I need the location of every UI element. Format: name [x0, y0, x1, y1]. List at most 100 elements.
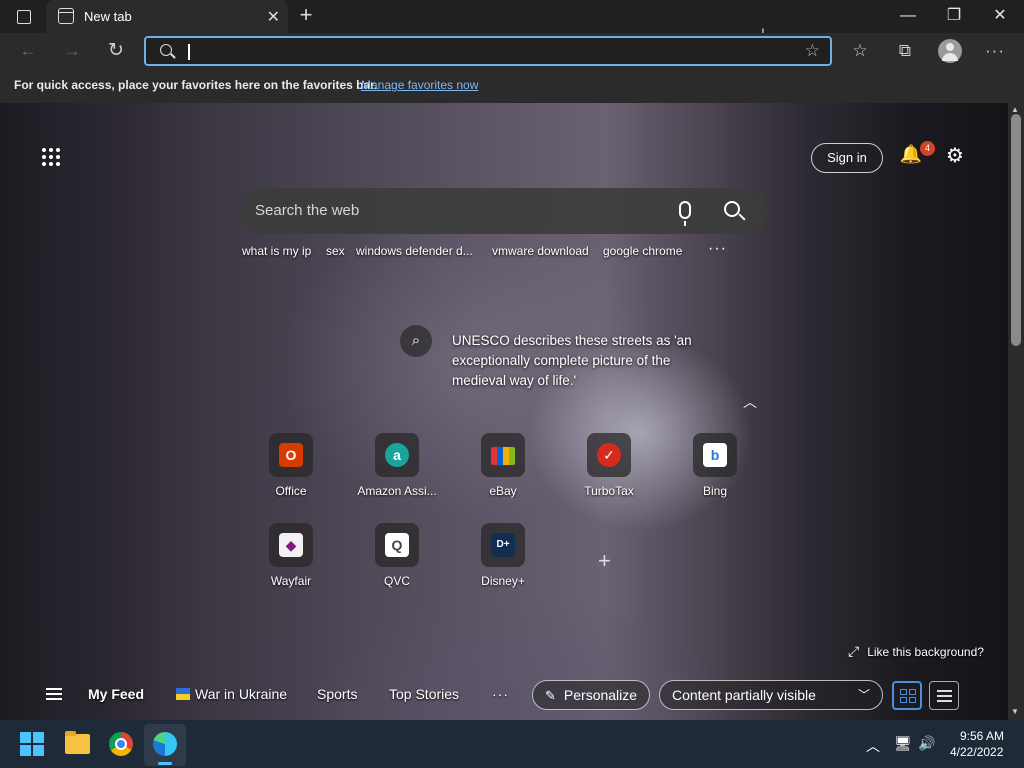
favorites-bar-message: For quick access, place your favorites h… — [14, 78, 378, 92]
dot — [49, 162, 53, 166]
content-visibility-dropdown[interactable]: Content partially visible ﹀ — [659, 680, 883, 710]
chevron-up-icon[interactable]: ︿ — [743, 392, 757, 412]
feed-tab-war-in-ukraine[interactable]: War in Ukraine — [195, 686, 287, 702]
collections-button[interactable]: ⧉ — [893, 40, 917, 62]
volume-icon[interactable]: 🔊 — [918, 735, 935, 752]
windows-logo-pane — [33, 732, 44, 743]
list-line — [937, 700, 952, 702]
favorites-bar: For quick access, place your favorites h… — [0, 69, 1024, 103]
scroll-down-arrow[interactable]: ▼ — [1011, 707, 1019, 716]
quick-link-office[interactable]: O Office — [241, 433, 341, 498]
quick-link-turbotax[interactable]: ✓ TurboTax — [559, 433, 659, 498]
clock-date[interactable]: 4/22/2022 — [950, 745, 1003, 759]
tile-label: QVC — [383, 574, 410, 588]
flag-stripe-yellow — [176, 694, 190, 700]
feed-tab-top-stories[interactable]: Top Stories — [389, 686, 459, 702]
expand-icon: ⤢ — [848, 643, 860, 659]
more-trending-button[interactable]: ··· — [708, 240, 727, 258]
image-info-search-icon[interactable]: ⌕ — [400, 325, 432, 357]
add-quick-link-button[interactable]: + — [598, 548, 611, 574]
personalize-button[interactable]: ✎ Personalize — [532, 680, 650, 710]
profile-avatar[interactable] — [938, 39, 962, 63]
tile-label: Amazon Assi... — [357, 484, 437, 498]
web-search-box[interactable]: Search the web — [239, 188, 768, 234]
quick-link-bing[interactable]: b Bing — [665, 433, 765, 498]
new-tab-button[interactable]: + — [296, 4, 316, 27]
grid-cell — [900, 697, 907, 703]
restore-button[interactable]: ❐ — [944, 6, 964, 26]
feed-more-button[interactable]: ··· — [492, 686, 509, 702]
chrome-icon[interactable] — [109, 732, 133, 756]
microphone-icon[interactable] — [679, 201, 691, 226]
quick-link-wayfair[interactable]: ◆ Wayfair — [241, 523, 341, 588]
newtab-page-icon — [58, 8, 74, 24]
close-tab-icon[interactable]: ✕ — [267, 7, 280, 27]
tile-icon-frame: Q — [375, 523, 419, 567]
like-background-link[interactable]: ⤢ Like this background? — [848, 643, 984, 660]
minimize-button[interactable]: — — [898, 6, 918, 26]
scrollbar-thumb[interactable] — [1011, 114, 1021, 346]
settings-more-button[interactable]: ··· — [983, 40, 1007, 62]
tab-title: New tab — [84, 9, 132, 24]
chevron-up-icon[interactable]: ︿ — [866, 736, 880, 756]
trending-search[interactable]: vmware download — [492, 244, 589, 258]
hamburger-line — [46, 688, 62, 690]
disney-plus-icon: D+ — [491, 533, 515, 557]
quick-link-ebay[interactable]: eBay — [453, 433, 553, 498]
tile-icon-frame: ✓ — [587, 433, 631, 477]
feed-tab-sports[interactable]: Sports — [317, 686, 357, 702]
my-feed-tab[interactable]: My Feed — [88, 686, 144, 702]
quick-link-disney-plus[interactable]: D+ Disney+ — [453, 523, 553, 588]
clock-time[interactable]: 9:56 AM — [960, 729, 1004, 743]
taskbar-edge-active[interactable] — [144, 724, 186, 766]
tile-icon-frame: O — [269, 433, 313, 477]
qvc-icon: Q — [385, 533, 409, 557]
favorites-button[interactable]: ☆ — [848, 40, 872, 62]
grid-layout-button[interactable] — [892, 681, 922, 710]
feed-menu-button[interactable] — [46, 688, 62, 700]
quick-link-qvc[interactable]: Q QVC — [347, 523, 447, 588]
trending-search[interactable]: windows defender d... — [356, 244, 473, 258]
search-icon-handle — [170, 53, 176, 59]
chrome-icon-center — [115, 738, 127, 750]
windows-start-button[interactable] — [20, 732, 44, 756]
dot — [56, 155, 60, 159]
trending-search[interactable]: sex — [326, 244, 345, 258]
back-button[interactable]: ← — [16, 40, 40, 62]
address-bar[interactable]: ☆ — [144, 36, 832, 66]
refresh-button[interactable]: ↻ — [104, 40, 128, 62]
pencil-icon: ✎ — [545, 688, 556, 703]
sign-in-button[interactable]: Sign in — [811, 143, 883, 173]
tile-label: TurboTax — [584, 484, 634, 498]
app-launcher-button[interactable] — [42, 148, 62, 168]
list-layout-button[interactable] — [929, 681, 959, 710]
manage-favorites-link[interactable]: Manage favorites now — [361, 78, 478, 92]
ebay-bag-icon — [491, 447, 515, 465]
gear-icon[interactable]: ⚙ — [943, 145, 967, 169]
scroll-up-arrow[interactable]: ▲ — [1011, 105, 1019, 114]
active-app-indicator — [158, 762, 172, 765]
chevron-down-icon: ﹀ — [857, 688, 870, 702]
network-icon[interactable]: 🖥 — [894, 735, 912, 752]
tile-label: Office — [275, 484, 307, 498]
file-explorer-icon[interactable] — [65, 731, 90, 754]
forward-button[interactable]: → — [60, 40, 84, 62]
quick-link-amazon-assistant[interactable]: a Amazon Assi... — [347, 433, 447, 498]
close-window-button[interactable]: ✕ — [990, 6, 1010, 26]
add-favorite-icon[interactable]: ☆ — [805, 41, 820, 61]
trending-search[interactable]: what is my ip — [242, 244, 311, 258]
tab-actions-button[interactable] — [14, 7, 34, 27]
tile-icon-frame — [481, 433, 525, 477]
dot — [49, 148, 53, 152]
trending-search[interactable]: google chrome — [603, 244, 682, 258]
tile-icon-frame: a — [375, 433, 419, 477]
tile-label: Wayfair — [270, 574, 312, 588]
tile-label: Bing — [702, 484, 728, 498]
background-info-text[interactable]: UNESCO describes these streets as 'an ex… — [452, 331, 712, 391]
person-icon-body — [942, 53, 958, 61]
search-icon[interactable] — [724, 201, 740, 217]
hamburger-line — [46, 698, 62, 700]
tab-new-tab[interactable]: New tab ✕ — [46, 0, 288, 33]
grid-cell — [900, 689, 907, 695]
office-icon: O — [279, 443, 303, 467]
